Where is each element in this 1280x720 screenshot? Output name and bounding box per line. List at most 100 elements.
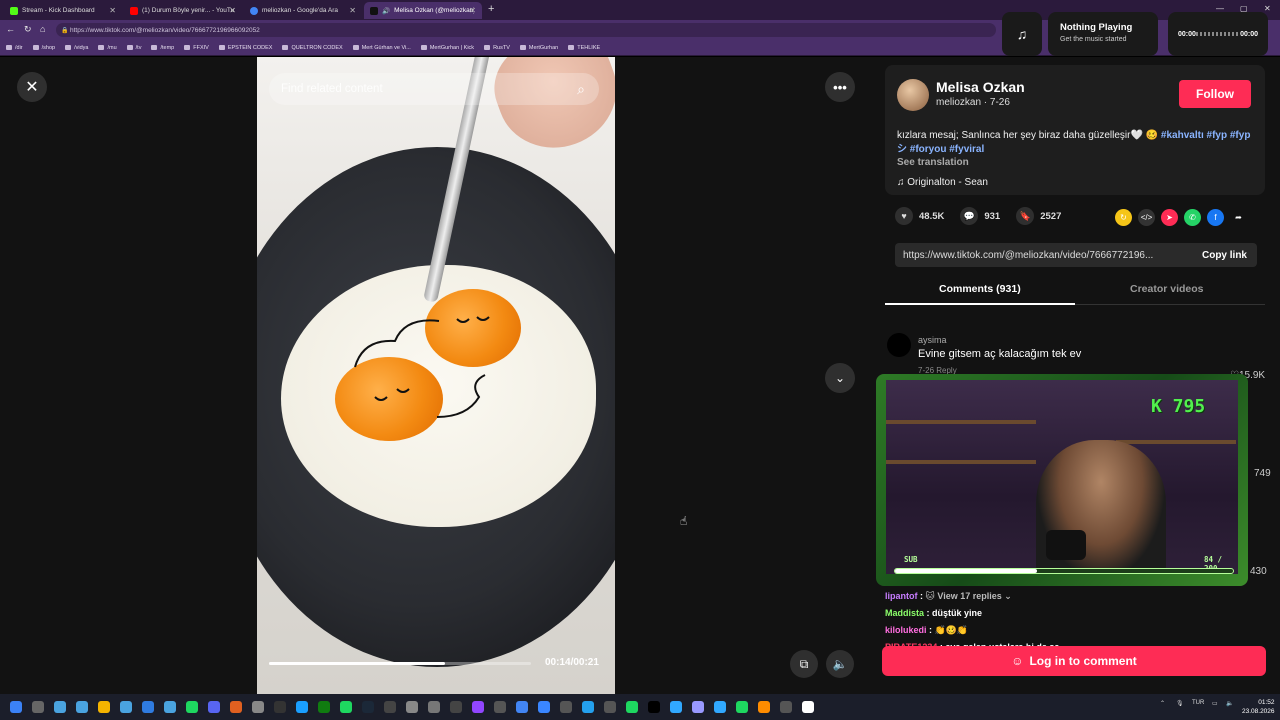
- tab-tiktok[interactable]: 🔊 Melisa Ozkan (@meliozkan) | ✕: [364, 2, 482, 19]
- close-icon[interactable]: ✕: [109, 6, 116, 15]
- back-icon[interactable]: ←: [6, 24, 15, 34]
- bookmark-item[interactable]: QUELTRON CODEX: [282, 45, 343, 51]
- copy-link-button[interactable]: Copy link: [1195, 249, 1247, 261]
- system-clock[interactable]: 01:52 23.08.2026: [1242, 698, 1275, 716]
- taskbar-app-icon[interactable]: [538, 701, 550, 713]
- bookmark-item[interactable]: /dir: [6, 45, 23, 51]
- tab-google[interactable]: meliozkan - Google'da Ara ✕: [244, 2, 362, 19]
- taskbar-app-icon[interactable]: [428, 701, 440, 713]
- taskbar-app-icon[interactable]: [472, 701, 484, 713]
- taskbar-app-icon[interactable]: [736, 701, 748, 713]
- close-icon[interactable]: ✕: [229, 6, 236, 15]
- taskbar-app-icon[interactable]: [208, 701, 220, 713]
- volume-button[interactable]: 🔈: [826, 650, 854, 678]
- bookmark-item[interactable]: MertGurhan | Kick: [420, 45, 474, 51]
- hashtag[interactable]: #kahvaltı: [1161, 130, 1204, 141]
- pip-button[interactable]: ⧉: [790, 650, 818, 678]
- close-icon[interactable]: ✕: [469, 6, 476, 15]
- taskbar-app-icon[interactable]: [780, 701, 792, 713]
- tab-kick-dashboard[interactable]: Stream - Kick Dashboard ✕: [4, 2, 122, 19]
- author-name[interactable]: Melisa Ozkan: [936, 79, 1025, 95]
- whatsapp-icon[interactable]: ✆: [1184, 209, 1201, 226]
- bookmark-item[interactable]: /shop: [32, 45, 55, 51]
- taskbar-app-icon[interactable]: [648, 701, 660, 713]
- network-icon[interactable]: ▭: [1212, 700, 1218, 707]
- taskbar-app-icon[interactable]: [714, 701, 726, 713]
- taskbar-app-icon[interactable]: [362, 701, 374, 713]
- home-icon[interactable]: ⌂: [40, 24, 45, 34]
- tab-comments[interactable]: Comments (931): [939, 283, 1021, 295]
- repost-icon[interactable]: ↻: [1115, 209, 1132, 226]
- hashtag[interactable]: #foryou: [910, 144, 947, 155]
- close-video-button[interactable]: ✕: [17, 72, 47, 102]
- taskbar-app-icon[interactable]: [274, 701, 286, 713]
- author-handle[interactable]: meliozkan · 7-26: [936, 97, 1010, 108]
- taskbar-app-icon[interactable]: [142, 701, 154, 713]
- taskbar-app-icon[interactable]: [318, 701, 330, 713]
- taskbar-app-icon[interactable]: [384, 701, 396, 713]
- taskbar-app-icon[interactable]: [406, 701, 418, 713]
- save-button[interactable]: 🔖 2527: [1016, 207, 1061, 225]
- bookmark-item[interactable]: FFXIV: [184, 45, 209, 51]
- send-icon[interactable]: ➤: [1161, 209, 1178, 226]
- bookmark-item[interactable]: EPSTEIN CODEX: [218, 45, 272, 51]
- taskbar-app-icon[interactable]: [32, 701, 44, 713]
- follow-button[interactable]: Follow: [1179, 80, 1251, 108]
- taskbar-app-icon[interactable]: [54, 701, 66, 713]
- taskbar-app-icon[interactable]: [340, 701, 352, 713]
- taskbar-app-icon[interactable]: [120, 701, 132, 713]
- taskbar-app-icon[interactable]: [296, 701, 308, 713]
- tray-lang[interactable]: TUR: [1192, 700, 1204, 706]
- url-input[interactable]: 🔒 https://www.tiktok.com/@meliozkan/vide…: [56, 23, 996, 37]
- bookmark-item[interactable]: MertGurhan: [519, 45, 558, 51]
- taskbar-app-icon[interactable]: [560, 701, 572, 713]
- tab-youtube[interactable]: (1) Durum Böyle yenir... - YouTube ✕: [124, 2, 242, 19]
- mic-icon[interactable]: 🎙: [1176, 700, 1184, 707]
- taskbar-app-icon[interactable]: [186, 701, 198, 713]
- search-icon[interactable]: ⌕: [577, 81, 585, 98]
- bookmark-item[interactable]: /temp: [151, 45, 174, 51]
- taskbar-app-icon[interactable]: [604, 701, 616, 713]
- hashtag[interactable]: #fyp: [1207, 130, 1228, 141]
- login-to-comment-button[interactable]: ☺ Log in to comment: [882, 646, 1266, 676]
- video-progress-bar[interactable]: [269, 662, 531, 665]
- post-link-field[interactable]: https://www.tiktok.com/@meliozkan/video/…: [895, 243, 1257, 267]
- taskbar-app-icon[interactable]: [626, 701, 638, 713]
- speaker-icon[interactable]: 🔈: [1226, 700, 1233, 707]
- bookmark-item[interactable]: TEHLIKE: [568, 45, 600, 51]
- facebook-icon[interactable]: f: [1207, 209, 1224, 226]
- bookmark-item[interactable]: /mu: [98, 45, 117, 51]
- taskbar-app-icon[interactable]: [758, 701, 770, 713]
- taskbar-app-icon[interactable]: [164, 701, 176, 713]
- reload-icon[interactable]: ↻: [24, 24, 32, 35]
- avatar[interactable]: [897, 79, 929, 111]
- tab-creator-videos[interactable]: Creator videos: [1130, 283, 1204, 295]
- video-player[interactable]: Find related content ⌕ 00:14/00:21: [257, 57, 615, 694]
- taskbar-app-icon[interactable]: [582, 701, 594, 713]
- bookmark-item[interactable]: RusTV: [484, 45, 510, 51]
- comment-user[interactable]: aysima: [918, 335, 947, 345]
- taskbar-app-icon[interactable]: [802, 701, 814, 713]
- taskbar-app-icon[interactable]: [692, 701, 704, 713]
- embed-icon[interactable]: </>: [1138, 209, 1155, 226]
- taskbar-app-icon[interactable]: [450, 701, 462, 713]
- more-options-button[interactable]: •••: [825, 72, 855, 102]
- taskbar-app-icon[interactable]: [252, 701, 264, 713]
- bookmark-item[interactable]: /vidya: [65, 45, 88, 51]
- tray-chevron-icon[interactable]: ⌃: [1160, 700, 1165, 707]
- avatar[interactable]: [887, 333, 911, 357]
- taskbar-app-icon[interactable]: [494, 701, 506, 713]
- bookmark-item[interactable]: Mert Gürhan ve Vi...: [352, 45, 411, 51]
- taskbar-app-icon[interactable]: [98, 701, 110, 713]
- next-video-button[interactable]: ⌄: [825, 363, 855, 393]
- like-button[interactable]: ♥ 48.5K: [895, 207, 944, 225]
- close-icon[interactable]: ✕: [349, 6, 356, 15]
- start-icon[interactable]: [10, 701, 22, 713]
- hashtag[interactable]: #fyviral: [949, 144, 984, 155]
- taskbar-app-icon[interactable]: [230, 701, 242, 713]
- comment-button[interactable]: 💬 931: [960, 207, 1000, 225]
- see-translation-link[interactable]: See translation: [897, 157, 969, 168]
- new-tab-button[interactable]: +: [488, 3, 494, 15]
- taskbar-app-icon[interactable]: [670, 701, 682, 713]
- music-note-icon[interactable]: ♫: [1002, 12, 1042, 56]
